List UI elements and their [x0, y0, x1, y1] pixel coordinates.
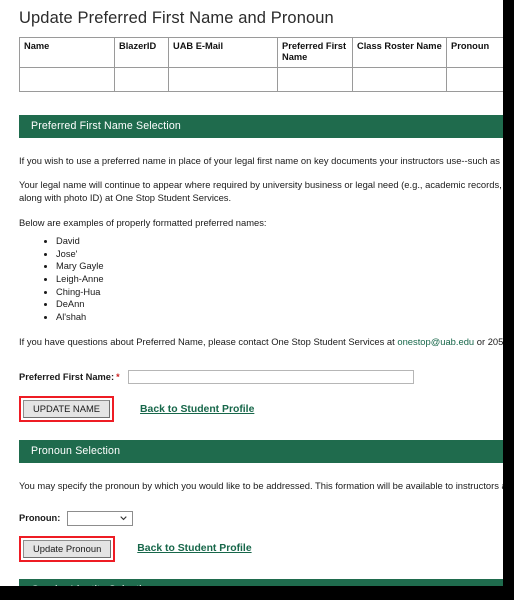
- table-header-name: Name: [19, 37, 115, 68]
- contact-phone-number: 205-934-4300: [487, 335, 503, 347]
- preferred-first-name-label: Preferred First Name:: [19, 371, 115, 382]
- page-content: Update Preferred First Name and Pronoun …: [0, 0, 503, 586]
- update-name-highlight-box: UPDATE NAME: [19, 395, 115, 423]
- back-to-student-profile-link-pronoun[interactable]: Back to Student Profile: [137, 543, 251, 554]
- preferred-name-examples-list: David Jose' Mary Gayle Leigh-Anne Ching-…: [0, 235, 503, 323]
- pronoun-field-row: Pronoun:: [19, 510, 503, 526]
- pronoun-label: Pronoun:: [19, 513, 61, 524]
- list-item: Ching-Hua: [56, 286, 503, 299]
- list-item: David: [56, 235, 503, 248]
- list-item: Al'shah: [56, 311, 503, 324]
- pronoun-select[interactable]: [67, 510, 134, 526]
- update-pronoun-button[interactable]: Update Pronoun: [23, 539, 112, 558]
- student-info-table: Name BlazerID UAB E-Mail Preferred First…: [19, 37, 503, 92]
- pronoun-paragraph: You may specify the pronoun by which you…: [19, 480, 503, 492]
- preferred-first-name-field-row: Preferred First Name: *: [19, 369, 503, 384]
- section-header-gender-identity: Gender Identity Selection: [19, 578, 503, 586]
- list-item: Leigh-Anne: [56, 273, 503, 286]
- table-header-blazerid: BlazerID: [114, 37, 169, 68]
- preferred-name-paragraph-3: Below are examples of properly formatted…: [19, 216, 267, 228]
- required-field-marker: *: [116, 371, 120, 382]
- back-to-student-profile-link-name[interactable]: Back to Student Profile: [140, 404, 254, 415]
- table-header-preferred-first-name: Preferred First Name: [277, 37, 353, 68]
- table-cell-pronoun: [446, 66, 503, 92]
- table-cell-preferred-first-name: [277, 66, 353, 92]
- contact-text-middle: or: [474, 335, 488, 347]
- table-header-pronoun: Pronoun: [446, 37, 503, 68]
- contact-text-prefix: If you have questions about Preferred Na…: [19, 335, 398, 347]
- preferred-first-name-input[interactable]: [127, 369, 414, 384]
- table-header-class-roster-name: Class Roster Name: [352, 37, 447, 68]
- page-container: Update Preferred First Name and Pronoun …: [0, 0, 503, 586]
- preferred-name-action-row: UPDATE NAME Back to Student Profile: [19, 395, 503, 423]
- chevron-down-icon: [120, 516, 128, 521]
- preferred-name-paragraph-2: Your legal name will continue to appear …: [19, 179, 503, 204]
- table-header-uab-email: UAB E-Mail: [168, 37, 278, 68]
- preferred-name-contact-paragraph: If you have questions about Preferred Na…: [19, 335, 503, 348]
- update-pronoun-highlight-box: Update Pronoun: [19, 535, 116, 562]
- table-row: [19, 66, 503, 92]
- onestop-email-link[interactable]: onestop@uab.edu: [397, 336, 474, 347]
- list-item: Jose': [56, 248, 503, 261]
- page-title: Update Preferred First Name and Pronoun: [19, 9, 334, 27]
- list-item: DeAnn: [56, 298, 503, 311]
- table-cell-blazerid: [114, 66, 169, 92]
- section-header-pronoun: Pronoun Selection: [19, 440, 503, 464]
- pronoun-action-row: Update Pronoun Back to Student Profile: [19, 535, 503, 562]
- table-header-row: Name BlazerID UAB E-Mail Preferred First…: [19, 37, 503, 68]
- table-cell-name: [19, 66, 115, 92]
- list-item: Mary Gayle: [56, 260, 503, 273]
- table-cell-uab-email: [168, 66, 278, 92]
- section-header-preferred-first-name: Preferred First Name Selection: [19, 114, 503, 138]
- table-cell-class-roster-name: [352, 66, 447, 92]
- preferred-name-paragraph-1: If you wish to use a preferred name in p…: [19, 154, 503, 166]
- update-name-button[interactable]: UPDATE NAME: [23, 399, 111, 419]
